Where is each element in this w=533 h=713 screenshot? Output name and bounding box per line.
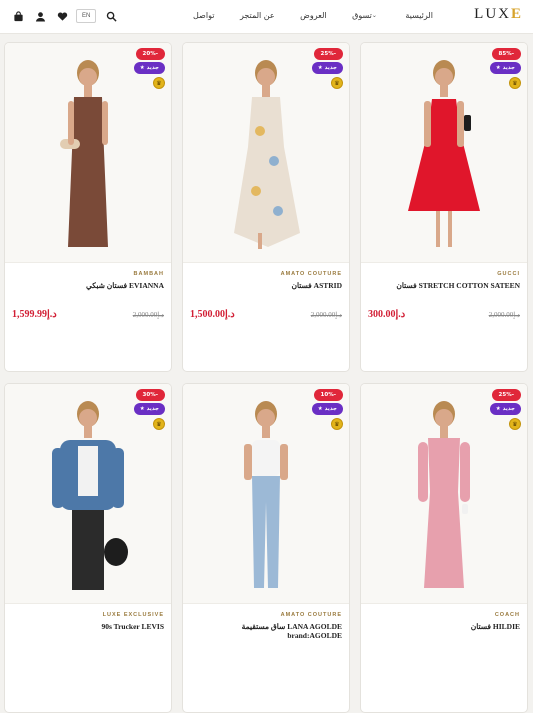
discount-badge: 25%- <box>313 48 343 60</box>
product-price: 1,500.00د.إ <box>190 309 235 320</box>
badge-stack: 20%- ★ جديد ♛ <box>133 48 165 89</box>
nav-shop-label: تسوق <box>352 11 372 20</box>
nav-contact-label: تواصل <box>193 11 215 20</box>
nav-about-label: عن المتجر <box>239 11 275 20</box>
badge-stack: 85%- ★ جديد ♛ <box>489 48 521 89</box>
product-name[interactable]: فستان HILDIE <box>368 622 520 631</box>
badge-stack: 30%- ★ جديد ♛ <box>133 389 165 430</box>
product-image[interactable]: 20%- ★ جديد ♛ <box>5 43 171 263</box>
price-row: 300.00د.إ 2,000.00د.إ <box>368 309 520 320</box>
product-info: LUXE EXCLUSIVE 90s Trucker LEVIS <box>5 612 171 631</box>
new-badge: ★ جديد <box>133 62 165 74</box>
product-image[interactable]: 25%- ★ جديد ♛ <box>183 43 349 263</box>
product-card[interactable]: 25%- ★ جديد ♛ AMATO COUTURE فستان ASTRID… <box>182 42 350 372</box>
product-price: 300.00د.إ <box>368 309 406 320</box>
product-brand: COACH <box>494 612 520 618</box>
crown-icon: ♛ <box>153 418 165 430</box>
product-brand: GUCCI <box>497 271 520 277</box>
brand-logo[interactable]: LUXE <box>474 6 523 23</box>
top-header: EN الرئيسية تسوق ⌄ العروض عن المتجر تواصل… <box>0 0 533 34</box>
product-old-price: 2,000.00د.إ <box>488 311 520 319</box>
language-button[interactable]: EN <box>76 9 97 23</box>
search-icon[interactable] <box>103 8 119 24</box>
new-badge: ★ جديد <box>311 62 343 74</box>
new-badge: ★ جديد <box>133 403 165 415</box>
product-old-price: 2,000.00د.إ <box>310 311 342 319</box>
nav-home-label: الرئيسية <box>405 11 433 20</box>
crown-icon: ♛ <box>509 418 521 430</box>
product-name[interactable]: فستان STRETCH COTTON SATEEN <box>368 281 520 290</box>
logo-accent: E <box>510 6 523 22</box>
main-nav: الرئيسية تسوق ⌄ العروض عن المتجر تواصل <box>193 11 433 20</box>
product-brand: BAMBAH <box>133 271 164 277</box>
product-card[interactable]: 25%- ★ جديد ♛ COACH فستان HILDIE <box>360 383 528 713</box>
product-old-price: 2,000.00د.إ <box>132 311 164 319</box>
badge-stack: 25%- ★ جديد ♛ <box>489 389 521 430</box>
discount-badge: 25%- <box>491 389 521 401</box>
product-image[interactable]: 10%- ★ جديد ♛ <box>183 384 349 604</box>
crown-icon: ♛ <box>509 77 521 89</box>
product-name[interactable]: ساق مستقيمة LANA AGOLDE brand:AGOLDE <box>190 622 342 640</box>
badge-stack: 25%- ★ جديد ♛ <box>311 48 343 89</box>
product-brand: LUXE EXCLUSIVE <box>102 612 164 618</box>
new-badge: ★ جديد <box>311 403 343 415</box>
product-card[interactable]: 85%- ★ جديد ♛ GUCCI فستان STRETCH COTTON… <box>360 42 528 372</box>
product-card[interactable]: 20%- ★ جديد ♛ BAMBAH فستان شبكي EVIANNA … <box>4 42 172 372</box>
product-card[interactable]: 30%- ★ جديد ♛ LUXE EXCLUSIVE 90s Trucker… <box>4 383 172 713</box>
discount-badge: 10%- <box>313 389 343 401</box>
crown-icon: ♛ <box>331 418 343 430</box>
price-row: 1,599.99د.إ 2,000.00د.إ <box>12 309 164 320</box>
product-name[interactable]: فستان ASTRID <box>190 281 342 290</box>
header-icons: EN <box>10 8 125 24</box>
nav-contact[interactable]: تواصل <box>193 11 214 20</box>
product-card[interactable]: 10%- ★ جديد ♛ AMATO COUTURE ساق مستقيمة … <box>182 383 350 713</box>
user-icon[interactable] <box>32 8 48 24</box>
bag-icon[interactable] <box>10 8 26 24</box>
product-name[interactable]: 90s Trucker LEVIS <box>12 622 164 631</box>
product-image[interactable]: 25%- ★ جديد ♛ <box>361 384 527 604</box>
discount-badge: 30%- <box>135 389 165 401</box>
nav-offers[interactable]: العروض <box>300 11 326 20</box>
product-image[interactable]: 85%- ★ جديد ♛ <box>361 43 527 263</box>
product-brand: AMATO COUTURE <box>280 612 342 618</box>
chevron-down-icon: ⌄ <box>371 12 377 19</box>
product-info: AMATO COUTURE فستان ASTRID <box>183 271 349 290</box>
logo-text: LUX <box>474 6 511 22</box>
price-row: 1,500.00د.إ 2,000.00د.إ <box>190 309 342 320</box>
product-info: AMATO COUTURE ساق مستقيمة LANA AGOLDE br… <box>183 612 349 640</box>
product-info: COACH فستان HILDIE <box>361 612 527 631</box>
nav-about[interactable]: عن المتجر <box>240 11 275 20</box>
nav-shop[interactable]: تسوق ⌄ <box>352 11 380 20</box>
product-grid: 20%- ★ جديد ♛ BAMBAH فستان شبكي EVIANNA … <box>4 42 529 713</box>
heart-icon[interactable] <box>54 8 70 24</box>
discount-badge: 20%- <box>135 48 165 60</box>
product-price: 1,599.99د.إ <box>12 309 57 320</box>
new-badge: ★ جديد <box>489 403 521 415</box>
nav-home[interactable]: الرئيسية <box>405 11 433 20</box>
crown-icon: ♛ <box>153 77 165 89</box>
new-badge: ★ جديد <box>489 62 521 74</box>
badge-stack: 10%- ★ جديد ♛ <box>311 389 343 430</box>
product-name[interactable]: فستان شبكي EVIANNA <box>12 281 164 290</box>
product-info: GUCCI فستان STRETCH COTTON SATEEN <box>361 271 527 290</box>
crown-icon: ♛ <box>331 77 343 89</box>
product-info: BAMBAH فستان شبكي EVIANNA <box>5 271 171 290</box>
discount-badge: 85%- <box>491 48 521 60</box>
nav-offers-label: العروض <box>300 11 327 20</box>
product-brand: AMATO COUTURE <box>280 271 342 277</box>
product-image[interactable]: 30%- ★ جديد ♛ <box>5 384 171 604</box>
